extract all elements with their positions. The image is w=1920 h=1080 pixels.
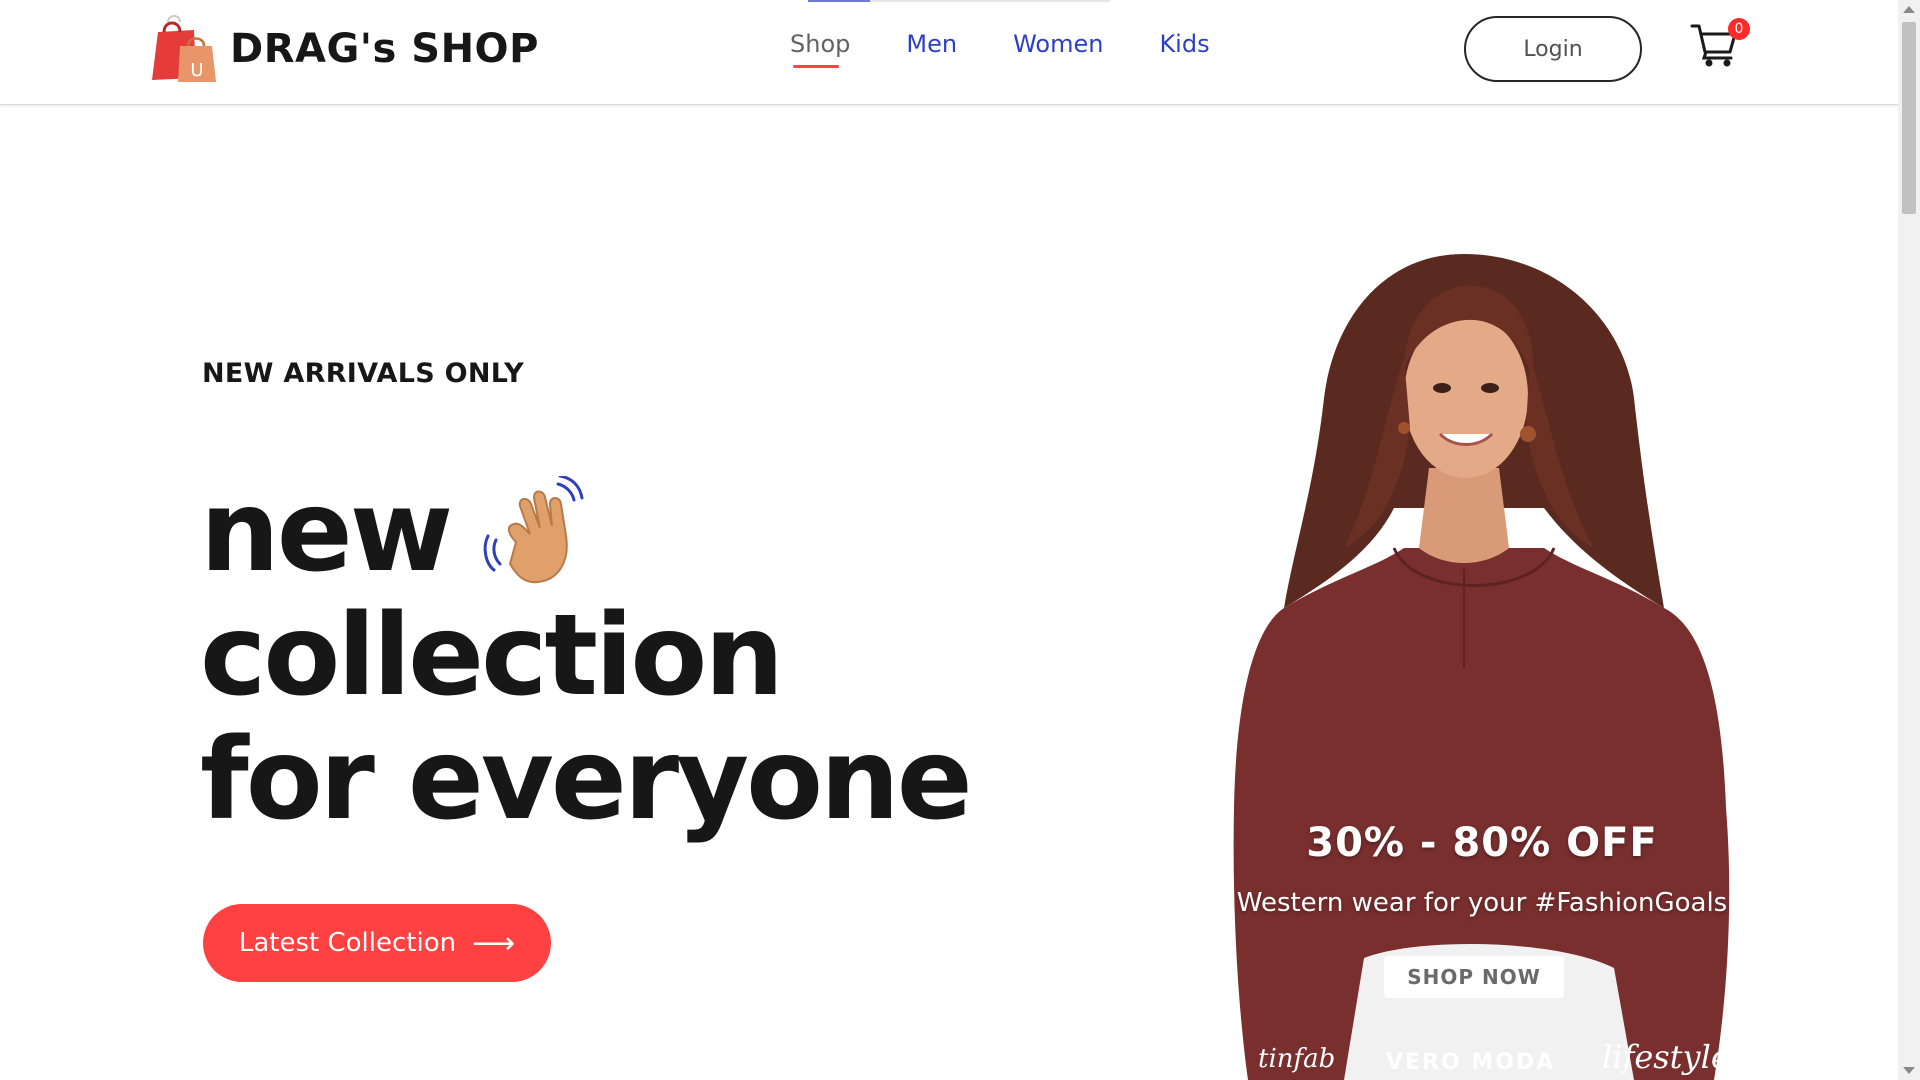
logo-letter: U: [190, 60, 203, 81]
brand-logo-lifestyle: lifestyle: [1602, 1038, 1730, 1076]
headline-text-1: new: [200, 467, 453, 597]
headline-line-3: for everyone: [200, 715, 973, 845]
shopping-bags-icon: U: [152, 15, 216, 82]
nav-item-label: Shop: [790, 30, 851, 58]
brand-logo[interactable]: U DRAG's SHOP: [146, 14, 539, 84]
scroll-up-arrow-icon[interactable]: [1903, 6, 1915, 13]
latest-collection-button[interactable]: Latest Collection ⟶: [203, 904, 551, 982]
nav-item-kids[interactable]: Kids: [1159, 30, 1209, 68]
page-load-indicator: [808, 0, 1110, 2]
login-button[interactable]: Login: [1464, 16, 1642, 82]
headline-line-2: collection: [200, 591, 784, 721]
brand-logo-tinfab: tinfab: [1258, 1044, 1336, 1074]
headline-line-1: new: [200, 470, 970, 594]
hero-headline: new collection for everyone: [200, 470, 973, 845]
arrow-right-icon: ⟶: [472, 925, 516, 961]
main-nav: Shop Men Women Kids: [790, 30, 1266, 68]
brand-name: DRAG's SHOP: [230, 26, 539, 72]
nav-item-label: Men: [906, 30, 958, 58]
nav-item-shop[interactable]: Shop: [790, 30, 850, 68]
shop-now-button[interactable]: SHOP NOW: [1384, 956, 1564, 998]
scroll-down-arrow-icon[interactable]: [1903, 1067, 1915, 1074]
nav-item-label: Kids: [1159, 30, 1210, 58]
promo-offer: 30% - 80% OFF: [1306, 820, 1658, 866]
brand-logo-vero-moda: VERO MODA: [1386, 1050, 1556, 1075]
page-scrollbar[interactable]: [1898, 0, 1920, 1080]
cta-label: Latest Collection: [238, 928, 457, 958]
navbar: U DRAG's SHOP Shop Men Women Kids Login: [0, 0, 1898, 105]
active-nav-underline: [793, 65, 839, 68]
page: U DRAG's SHOP Shop Men Women Kids Login: [0, 0, 1920, 1080]
nav-item-men[interactable]: Men: [906, 30, 957, 68]
cart-count-badge: 0: [1728, 18, 1750, 40]
hero-promo-image[interactable]: 30% - 80% OFF Western wear for your #Fas…: [1214, 248, 1750, 1080]
promo-tagline: Western wear for your #FashionGoals: [1236, 888, 1728, 918]
promo-brand-row: tinfab VERO MODA lifestyle: [1214, 1038, 1750, 1080]
cart-button[interactable]: 0: [1690, 16, 1750, 76]
nav-item-women[interactable]: Women: [1013, 30, 1103, 68]
scrollbar-thumb[interactable]: [1902, 22, 1916, 214]
hero-eyebrow: NEW ARRIVALS ONLY: [202, 358, 524, 389]
waving-hand-icon: [483, 476, 584, 584]
nav-item-label: Women: [1013, 30, 1104, 58]
